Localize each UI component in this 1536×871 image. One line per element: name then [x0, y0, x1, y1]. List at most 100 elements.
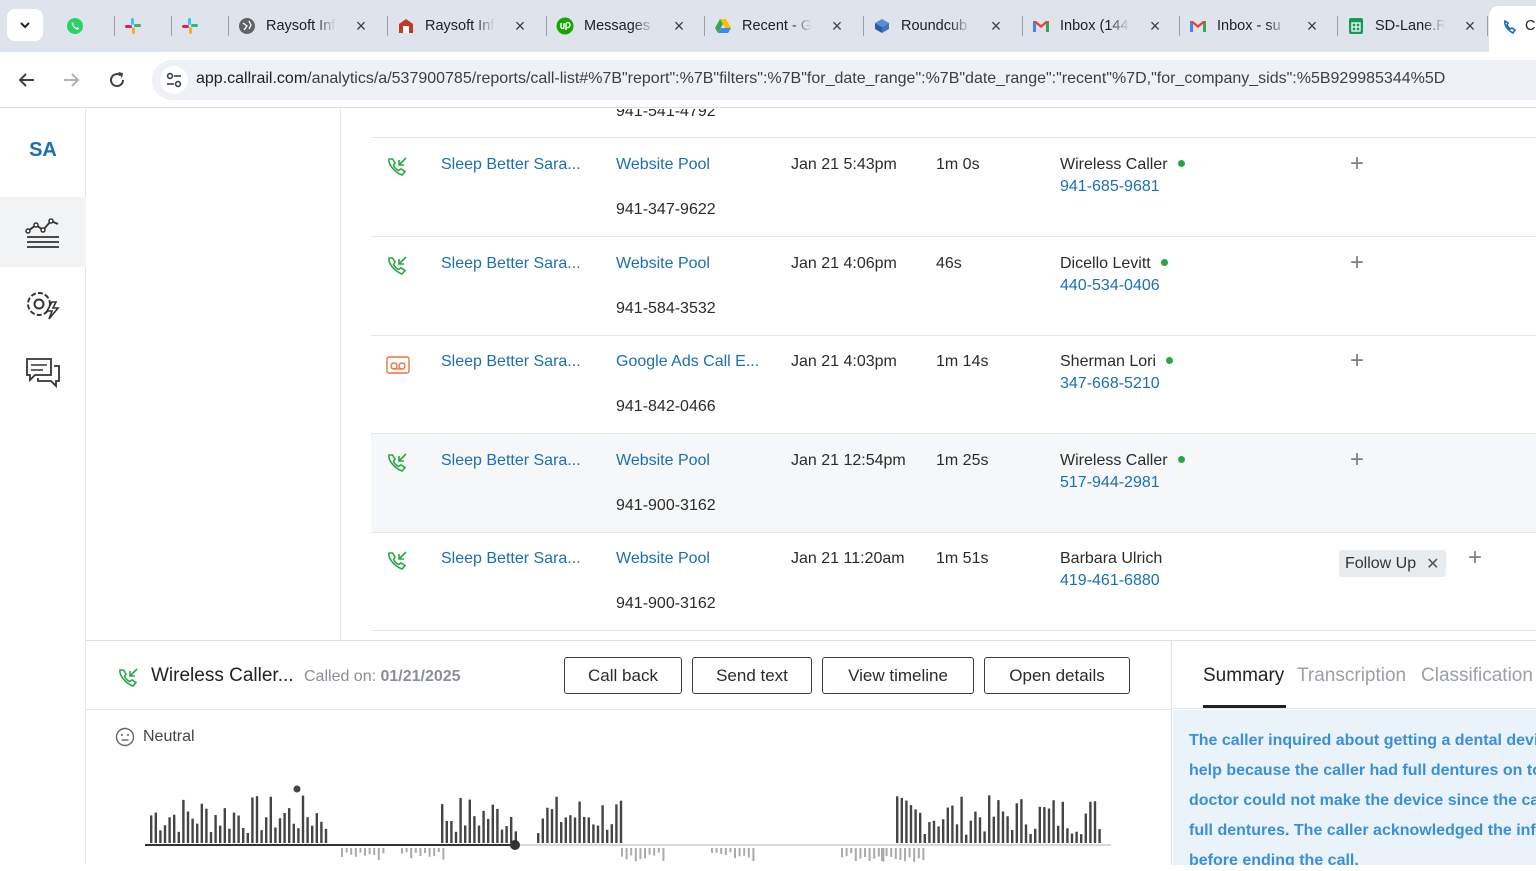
- waveform-bar-secondary: [364, 848, 366, 856]
- voicemail-icon: [386, 356, 410, 379]
- waveform-bar: [896, 796, 899, 843]
- caller-number-link[interactable]: 419-461-6880: [1060, 572, 1160, 590]
- waveform-bar: [1024, 824, 1028, 843]
- waveform-bar-secondary: [368, 848, 371, 855]
- browser-tab[interactable]: [173, 8, 223, 44]
- waveform-bar: [219, 825, 222, 843]
- waveform-bar: [942, 819, 945, 843]
- browser-tab[interactable]: Recent - G ×: [706, 8, 856, 44]
- table-row[interactable]: Sleep Better Sara... Google Ads Call E...…: [371, 335, 1536, 434]
- company-link[interactable]: Sleep Better Sara...: [441, 353, 581, 371]
- caller-number-link[interactable]: 941-685-9681: [1060, 178, 1160, 196]
- close-tab-icon[interactable]: ×: [352, 17, 370, 35]
- close-tab-icon[interactable]: ×: [1146, 17, 1164, 35]
- remove-tag-icon[interactable]: ✕: [1426, 554, 1439, 574]
- browser-tab[interactable]: Roundcub ×: [865, 8, 1015, 44]
- sidebar-item-reports[interactable]: [0, 197, 86, 267]
- waveform-bar: [955, 824, 959, 843]
- close-tab-icon[interactable]: ×: [670, 17, 688, 35]
- waveform-bar: [459, 797, 462, 843]
- caller-number-link[interactable]: 517-944-2981: [1060, 474, 1160, 492]
- start-time: Jan 21 4:06pm: [791, 254, 897, 272]
- waveform-bar: [441, 804, 444, 843]
- waveform-bar: [905, 800, 908, 843]
- waveform-marker[interactable]: [293, 785, 301, 793]
- table-row-partial[interactable]: 941-541-4792: [371, 109, 1536, 138]
- waveform-bar-secondary: [904, 848, 906, 862]
- tune-icon: [166, 72, 182, 88]
- waveform-bar: [587, 817, 590, 843]
- add-tag-button[interactable]: +: [1350, 249, 1364, 277]
- table-row[interactable]: Sleep Better Sara... Website Pool 941-584-…: [371, 237, 1536, 336]
- browser-tab[interactable]: [58, 8, 108, 44]
- browser-tab[interactable]: Raysoft Inf ×: [230, 8, 380, 44]
- sidebar-item-messages[interactable]: [0, 337, 86, 407]
- close-tab-icon[interactable]: ×: [828, 17, 846, 35]
- waveform-bar-secondary: [720, 848, 723, 854]
- call-detail-drawer: Wireless Caller... Called on: 01/21/2025…: [86, 640, 1536, 865]
- browser-tab[interactable]: Inbox - su ×: [1181, 8, 1331, 44]
- waveform-bar: [1052, 800, 1055, 843]
- close-tab-icon[interactable]: ×: [1461, 17, 1479, 35]
- source-link[interactable]: Google Ads Call E...: [616, 353, 759, 371]
- add-tag-button[interactable]: +: [1350, 150, 1364, 178]
- account-logo[interactable]: SA: [0, 139, 86, 162]
- source-link[interactable]: Website Pool: [616, 550, 710, 568]
- caller-number-link[interactable]: 347-668-5210: [1060, 375, 1160, 393]
- view-timeline-button[interactable]: View timeline: [822, 657, 974, 694]
- tab-summary[interactable]: Summary: [1203, 665, 1284, 687]
- browser-tab[interactable]: SD-Lane.R ×: [1339, 8, 1489, 44]
- waveform-bar: [1089, 801, 1092, 843]
- table-row[interactable]: Sleep Better Sara... Website Pool 941-347-…: [371, 138, 1536, 237]
- playback-head[interactable]: [510, 840, 520, 850]
- source-link[interactable]: Website Pool: [616, 452, 710, 470]
- waveform-bar: [288, 808, 291, 843]
- site-info-button[interactable]: [160, 66, 188, 94]
- filter-panel: [86, 109, 341, 640]
- tab-classification[interactable]: Classification: [1421, 665, 1533, 687]
- add-tag-button[interactable]: +: [1350, 446, 1364, 474]
- forward-button[interactable]: [55, 64, 87, 96]
- tab-separator: [863, 16, 864, 36]
- address-bar[interactable]: app.callrail.com/analytics/a/537900785/r…: [152, 60, 1536, 100]
- browser-tab[interactable]: Raysoft Inf ×: [389, 8, 539, 44]
- add-tag-button[interactable]: +: [1350, 347, 1364, 375]
- close-tab-icon[interactable]: ×: [1303, 17, 1321, 35]
- source-link[interactable]: Website Pool: [616, 255, 710, 273]
- tab-transcription[interactable]: Transcription: [1297, 665, 1406, 687]
- table-row[interactable]: Sleep Better Sara... Website Pool 941-900-…: [371, 433, 1536, 533]
- waveform-bar-secondary: [648, 848, 651, 855]
- caller-number-link[interactable]: 440-534-0406: [1060, 277, 1160, 295]
- call-audio-waveform[interactable]: [141, 781, 1121, 871]
- call-back-button[interactable]: Call back: [564, 657, 682, 694]
- company-link[interactable]: Sleep Better Sara...: [441, 156, 581, 174]
- waveform-bar: [978, 817, 982, 843]
- waveform-bar-secondary: [621, 848, 623, 857]
- waveform-bar: [159, 830, 162, 843]
- browser-tab[interactable]: Messages ×: [548, 8, 698, 44]
- waveform-bar: [274, 827, 277, 843]
- source-link[interactable]: Website Pool: [616, 156, 710, 174]
- sidebar-item-settings[interactable]: [0, 269, 86, 339]
- open-details-button[interactable]: Open details: [984, 657, 1130, 694]
- browser-tab[interactable]: Inbox (144 ×: [1024, 8, 1174, 44]
- company-link[interactable]: Sleep Better Sara...: [441, 452, 581, 470]
- tab-callrail-active[interactable]: C: [1489, 6, 1536, 52]
- close-tab-icon[interactable]: ×: [987, 17, 1005, 35]
- tab-label: SD-Lane.R: [1375, 18, 1445, 34]
- send-text-button[interactable]: Send text: [692, 657, 812, 694]
- reload-button[interactable]: [101, 64, 133, 96]
- table-row[interactable]: Sleep Better Sara... Website Pool 941-900-…: [371, 532, 1536, 631]
- browser-tab[interactable]: [116, 8, 166, 44]
- close-tab-icon[interactable]: ×: [511, 17, 529, 35]
- waveform-bar: [932, 820, 936, 843]
- back-button[interactable]: [11, 64, 43, 96]
- tab-label: Inbox - su: [1217, 18, 1281, 34]
- waveform-bar-secondary: [729, 848, 732, 853]
- company-link[interactable]: Sleep Better Sara...: [441, 255, 581, 273]
- call-duration: 1m 0s: [936, 156, 980, 173]
- tab-search-button[interactable]: [7, 9, 43, 41]
- summary-text: The caller inquired about getting a dent…: [1189, 732, 1536, 865]
- add-tag-button[interactable]: +: [1468, 544, 1482, 572]
- company-link[interactable]: Sleep Better Sara...: [441, 550, 581, 568]
